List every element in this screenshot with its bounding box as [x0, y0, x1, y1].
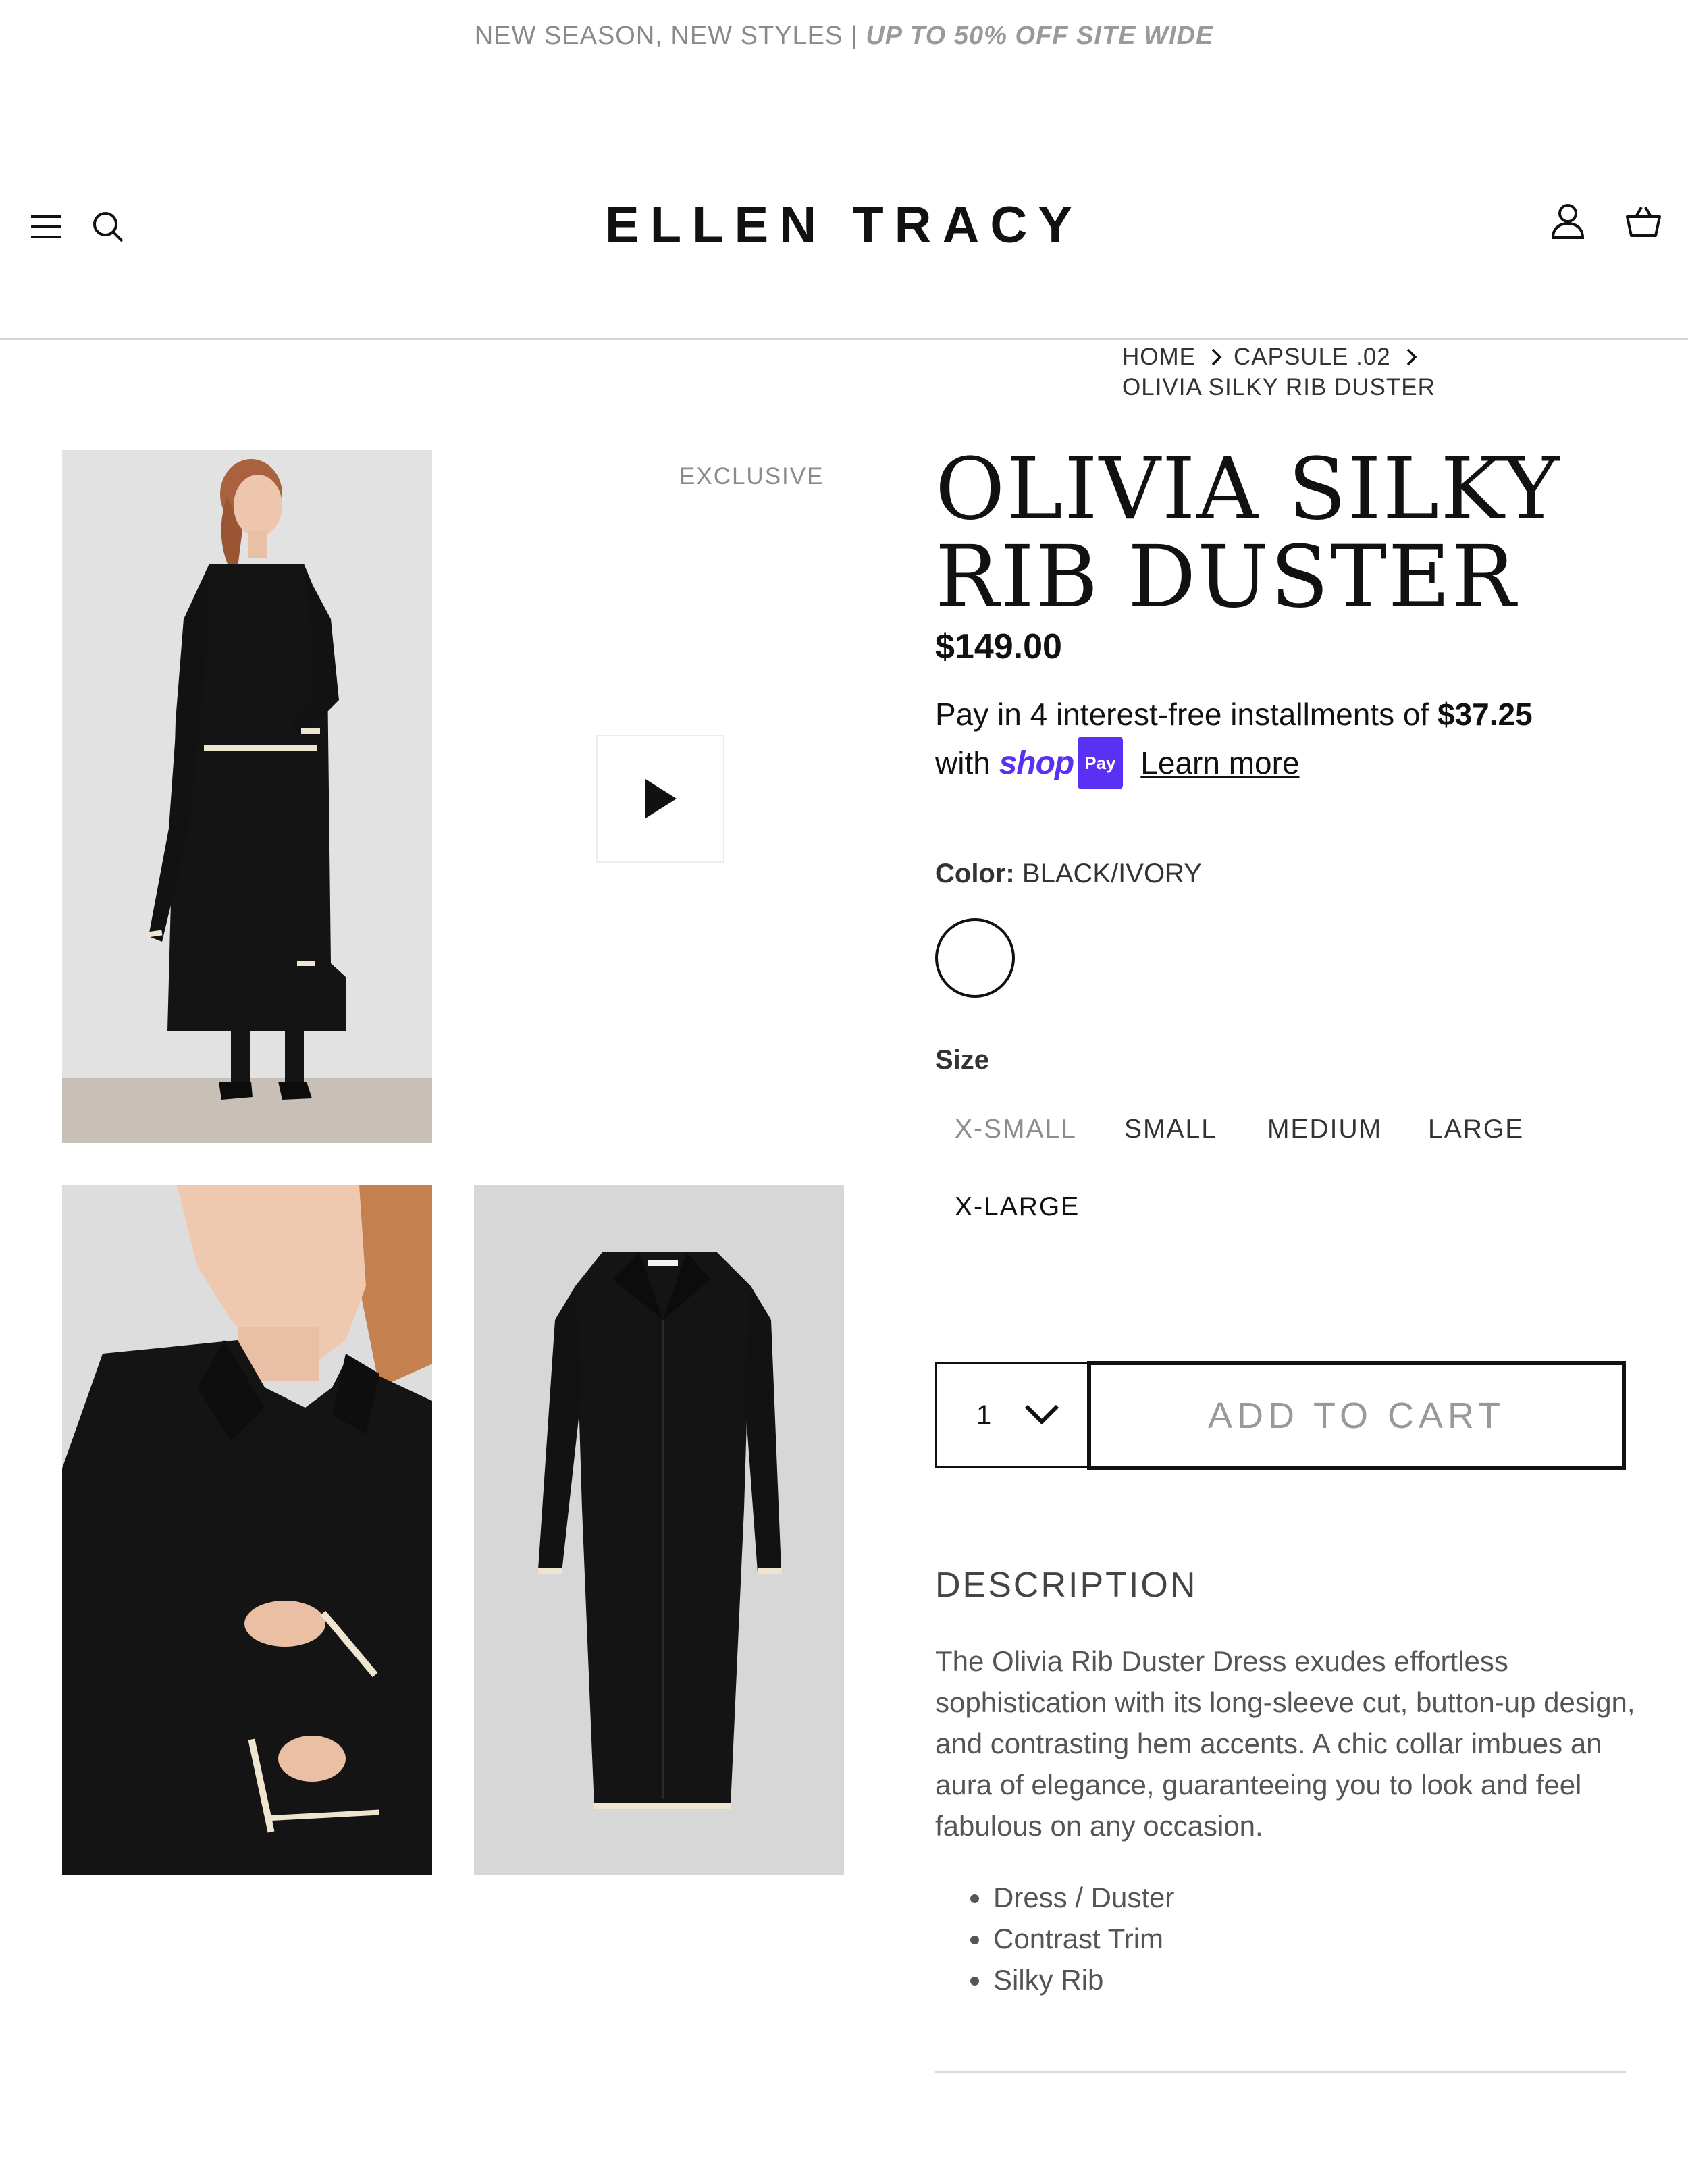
header-divider [0, 338, 1688, 340]
breadcrumb-collection[interactable]: CAPSULE .02 [1234, 344, 1391, 371]
learn-more-link[interactable]: Learn more [1140, 745, 1299, 780]
add-to-cart-button[interactable]: ADD TO CART [1087, 1361, 1626, 1470]
size-option-large[interactable]: LARGE [1428, 1115, 1524, 1144]
size-option-x-small[interactable]: X-SMALL [955, 1115, 1077, 1144]
description-bullets: Dress / Duster Contrast Trim Silky Rib [935, 1877, 1667, 2000]
product-image-flat[interactable] [474, 1185, 844, 1875]
quantity-value: 1 [976, 1400, 992, 1430]
announcement-highlight: UP TO 50% OFF SITE WIDE [866, 22, 1214, 50]
product-image-full-length[interactable] [62, 450, 432, 1143]
shop-pay-badge: Pay [1078, 736, 1123, 789]
product-title: OLIVIA SILKY RIB DUSTER [935, 440, 1561, 627]
announcement-bar: NEW SEASON, NEW STYLES | UP TO 50% OFF S… [0, 22, 1688, 51]
list-item: Dress / Duster [992, 1877, 1667, 1918]
product-image-detail[interactable] [62, 1185, 432, 1875]
installments-with: with [935, 745, 999, 780]
play-video-button[interactable] [596, 735, 724, 863]
brand-logo[interactable]: ELLEN TRACY [0, 196, 1688, 255]
product-price: $149.00 [935, 627, 1062, 666]
size-option-medium[interactable]: MEDIUM [1267, 1115, 1382, 1144]
size-option-small[interactable]: SMALL [1124, 1115, 1217, 1144]
exclusive-badge: EXCLUSIVE [679, 463, 824, 489]
installments-amount: $37.25 [1438, 697, 1533, 732]
color-label: Color: [935, 859, 1015, 888]
chevron-right-icon [1406, 348, 1417, 366]
quantity-select[interactable]: 1 [935, 1362, 1089, 1468]
description-heading: DESCRIPTION [935, 1566, 1198, 1605]
size-option-x-large[interactable]: X-LARGE [955, 1192, 1080, 1222]
announcement-text: NEW SEASON, NEW STYLES | [474, 22, 866, 50]
size-label: Size [935, 1045, 990, 1075]
breadcrumb-home[interactable]: HOME [1122, 344, 1196, 371]
breadcrumb: HOME CAPSULE .02 OLIVIA SILKY RIB DUSTER [1122, 340, 1608, 401]
shop-pay-logo: shop [999, 745, 1075, 781]
breadcrumb-current: OLIVIA SILKY RIB DUSTER [1122, 374, 1435, 400]
chevron-right-icon [1211, 348, 1222, 366]
list-item: Silky Rib [992, 1959, 1667, 2000]
color-value: BLACK/IVORY [1022, 859, 1202, 888]
description-divider [935, 2071, 1626, 2073]
color-swatch[interactable] [935, 918, 1015, 998]
account-icon[interactable] [1548, 201, 1588, 242]
chevron-down-icon [1024, 1404, 1059, 1425]
list-item: Contrast Trim [992, 1918, 1667, 1959]
installments-message: Pay in 4 interest-free installments of $… [935, 690, 1644, 792]
color-label-row: Color: BLACK/IVORY [935, 859, 1202, 889]
installments-prefix: Pay in 4 interest-free installments of [935, 697, 1438, 732]
play-icon [645, 779, 677, 818]
description-body: The Olivia Rib Duster Dress exudes effor… [935, 1645, 1635, 1842]
cart-icon[interactable] [1623, 201, 1664, 242]
